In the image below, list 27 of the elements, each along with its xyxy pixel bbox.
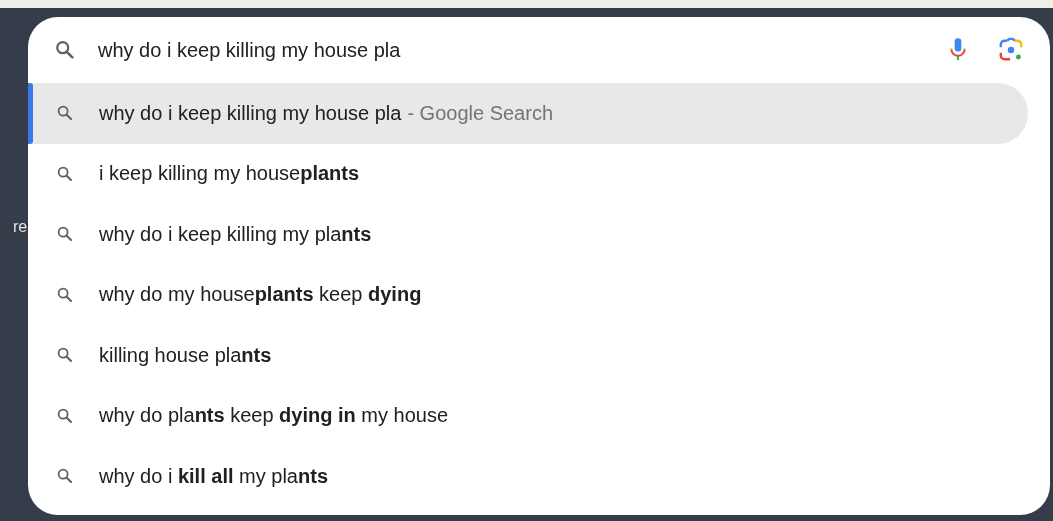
selection-indicator: [28, 83, 33, 144]
suggestion-item[interactable]: why do my houseplants keep dying: [28, 264, 1028, 325]
search-icon: [56, 104, 74, 123]
suggestion-text: why do i keep killing my house pla: [99, 101, 402, 125]
suggestion-text: why do i kill all my plants: [99, 464, 328, 488]
suggestion-item[interactable]: why do i kill all my plants: [28, 446, 1028, 507]
suggestion-text: why do my houseplants keep dying: [99, 283, 422, 307]
search-icon: [56, 225, 74, 244]
search-icon: [56, 406, 74, 425]
suggestion-item[interactable]: why do i keep killing my plants: [28, 204, 1028, 265]
search-icon: [56, 285, 74, 304]
suggestion-text: why do i keep killing my plants: [99, 222, 372, 246]
suggestion-item[interactable]: i keep killing my houseplants: [28, 143, 1028, 204]
suggestion-item[interactable]: why do i keep killing my house pla - Google Search: [28, 83, 1028, 144]
search-icon: [56, 346, 74, 365]
suggestion-item[interactable]: why do plants keep dying in my house: [28, 385, 1028, 446]
camera-icon[interactable]: [998, 37, 1024, 63]
suggestion-text: why do plants keep dying in my house: [99, 404, 449, 428]
suggestion-item[interactable]: killing house plants: [28, 325, 1028, 386]
suggestion-suffix: - Google Search: [407, 101, 554, 125]
search-icon: [54, 39, 76, 61]
suggestion-text: i keep killing my houseplants: [99, 162, 360, 186]
search-icon: [56, 164, 74, 183]
background-text: re: [13, 218, 28, 236]
search-icon: [56, 467, 74, 486]
suggestion-text: killing house plants: [99, 343, 272, 367]
search-field[interactable]: why do i keep killing my house pla: [98, 38, 948, 62]
